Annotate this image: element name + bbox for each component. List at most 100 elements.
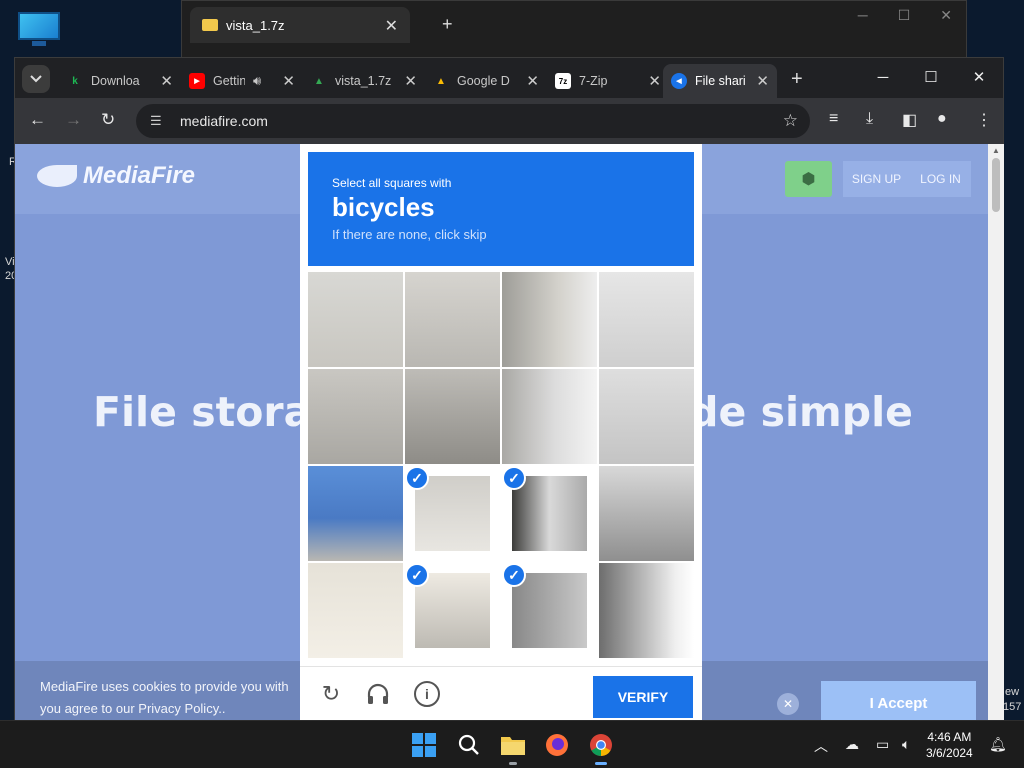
- info-icon[interactable]: i: [414, 681, 440, 707]
- captcha-tile[interactable]: [308, 466, 403, 561]
- desktop-computer-icon[interactable]: [18, 12, 60, 48]
- captcha-tile-image: [405, 369, 500, 464]
- network-icon[interactable]: ▭: [876, 736, 889, 753]
- captcha-tile[interactable]: [599, 466, 694, 561]
- captcha-tile-image: [415, 573, 490, 648]
- selected-check-icon: ✓: [405, 563, 429, 587]
- captcha-tile-image: [308, 466, 403, 561]
- tab-search-button[interactable]: [22, 65, 50, 93]
- signup-button[interactable]: SIGN UP: [843, 161, 910, 197]
- site-info-icon[interactable]: ☰: [150, 113, 168, 129]
- file-explorer-icon[interactable]: [499, 731, 527, 765]
- close-icon[interactable]: ✕: [282, 72, 295, 90]
- tab-drive-vista[interactable]: ▲ vista_1.7z ✕: [303, 64, 425, 98]
- side-panel-icon[interactable]: ◧: [902, 110, 917, 130]
- captcha-tile-image: [512, 573, 587, 648]
- mediafire-favicon-icon: ◀: [671, 73, 687, 89]
- profile-icon[interactable]: ●: [937, 110, 947, 128]
- captcha-tile[interactable]: [405, 369, 500, 464]
- system-clock[interactable]: 4:46 AM 3/6/2024: [926, 729, 973, 761]
- close-icon[interactable]: ✕: [526, 72, 539, 90]
- onedrive-offline-icon[interactable]: ☁: [845, 736, 859, 753]
- captcha-tile-image: [599, 272, 694, 367]
- captcha-tile[interactable]: [308, 272, 403, 367]
- bookmark-star-icon[interactable]: ☆: [783, 111, 798, 131]
- captcha-tile[interactable]: ✓: [405, 466, 500, 561]
- mediafire-logo[interactable]: MediaFire: [37, 162, 195, 190]
- url-text[interactable]: mediafire.com: [180, 113, 268, 129]
- selected-check-icon: ✓: [502, 466, 526, 490]
- cookie-close-icon[interactable]: ✕: [777, 693, 799, 715]
- new-tab-button[interactable]: +: [791, 68, 803, 91]
- chevron-up-icon[interactable]: ︿: [814, 736, 828, 756]
- close-icon[interactable]: ✕: [385, 16, 398, 36]
- headphones-audio-icon[interactable]: [365, 681, 391, 707]
- firefox-icon[interactable]: [543, 731, 571, 759]
- tab-label: File shari: [695, 74, 746, 88]
- captcha-tile[interactable]: ✓: [502, 466, 597, 561]
- captcha-header: Select all squares with bicycles If ther…: [308, 152, 694, 266]
- menu-kebab-icon[interactable]: ⋮: [976, 110, 992, 130]
- tab-download[interactable]: k Downloa ✕: [59, 64, 181, 98]
- search-icon[interactable]: [455, 731, 483, 759]
- tab-google-drive[interactable]: ▲ Google D ✕: [425, 64, 547, 98]
- captcha-image-grid: ✓ ✓ ✓ ✓: [308, 272, 694, 658]
- reload-icon[interactable]: ↻: [101, 110, 115, 130]
- captcha-tile[interactable]: [308, 369, 403, 464]
- speaker-icon[interactable]: 🔊︎: [253, 73, 261, 89]
- captcha-tile[interactable]: ✓: [405, 563, 500, 658]
- captcha-tile[interactable]: [502, 272, 597, 367]
- download-icon[interactable]: ⤓: [866, 110, 873, 128]
- close-icon[interactable]: ✕: [955, 58, 1003, 96]
- close-icon[interactable]: ✕: [756, 72, 769, 90]
- login-button[interactable]: LOG IN: [910, 161, 971, 197]
- upload-button[interactable]: ⬢: [785, 161, 832, 197]
- windows-start-icon[interactable]: [410, 731, 438, 759]
- captcha-tile[interactable]: [502, 369, 597, 464]
- tab-7zip[interactable]: 7z 7-Zip ✕: [547, 64, 669, 98]
- close-icon[interactable]: ✕: [648, 72, 661, 90]
- captcha-tile[interactable]: [599, 272, 694, 367]
- notification-bell-icon[interactable]: 🔔︎: [989, 736, 1007, 753]
- volume-muted-icon[interactable]: 🔈︎: [902, 736, 910, 753]
- maximize-icon[interactable]: ☐: [907, 58, 955, 96]
- background-browser-window[interactable]: vista_1.7z ✕ + ─ ☐ ✕: [181, 0, 967, 58]
- reload-challenge-icon[interactable]: ↻: [318, 681, 344, 707]
- close-icon[interactable]: ✕: [940, 7, 952, 24]
- new-tab-button[interactable]: +: [442, 14, 453, 35]
- back-tab-vista[interactable]: vista_1.7z ✕: [190, 7, 410, 43]
- minimize-icon[interactable]: ─: [858, 7, 868, 24]
- verify-button[interactable]: VERIFY: [593, 676, 693, 718]
- tab-file-sharing[interactable]: ◀ File shari ✕: [663, 64, 777, 98]
- selected-check-icon: ✓: [502, 563, 526, 587]
- page-scrollbar[interactable]: ▲: [988, 144, 1004, 721]
- close-icon[interactable]: ✕: [160, 72, 173, 90]
- forward-arrow-icon[interactable]: →: [65, 110, 82, 130]
- chrome-icon[interactable]: [587, 731, 615, 765]
- tab-label: 7-Zip: [579, 74, 608, 88]
- minimize-icon[interactable]: ─: [859, 58, 907, 96]
- captcha-tile[interactable]: [405, 272, 500, 367]
- 7zip-icon: 7z: [555, 73, 571, 89]
- captcha-tile[interactable]: [308, 563, 403, 658]
- captcha-tile-image: [502, 369, 597, 464]
- captcha-tile-image: [512, 476, 587, 551]
- captcha-target: bicycles: [332, 192, 435, 222]
- scroll-thumb[interactable]: [992, 158, 1000, 212]
- back-arrow-icon[interactable]: ←: [29, 110, 46, 130]
- close-icon[interactable]: ✕: [404, 72, 417, 90]
- scroll-up-icon[interactable]: ▲: [992, 146, 1000, 155]
- captcha-tile-image: [308, 272, 403, 367]
- maximize-icon[interactable]: ☐: [898, 7, 911, 24]
- captcha-tile[interactable]: ✓: [502, 563, 597, 658]
- selected-check-icon: ✓: [405, 466, 429, 490]
- captcha-tile[interactable]: [599, 563, 694, 658]
- youtube-icon: ▶: [189, 73, 205, 89]
- address-bar[interactable]: ☰ mediafire.com ☆: [136, 104, 810, 138]
- logo-text: MediaFire: [83, 162, 196, 189]
- tab-youtube[interactable]: ▶ Gettin 🔊︎ ✕: [181, 64, 303, 98]
- captcha-tile-image: [308, 563, 403, 658]
- media-control-icon[interactable]: ≡: [829, 110, 838, 128]
- accept-cookies-button[interactable]: I Accept: [821, 681, 976, 721]
- captcha-tile[interactable]: [599, 369, 694, 464]
